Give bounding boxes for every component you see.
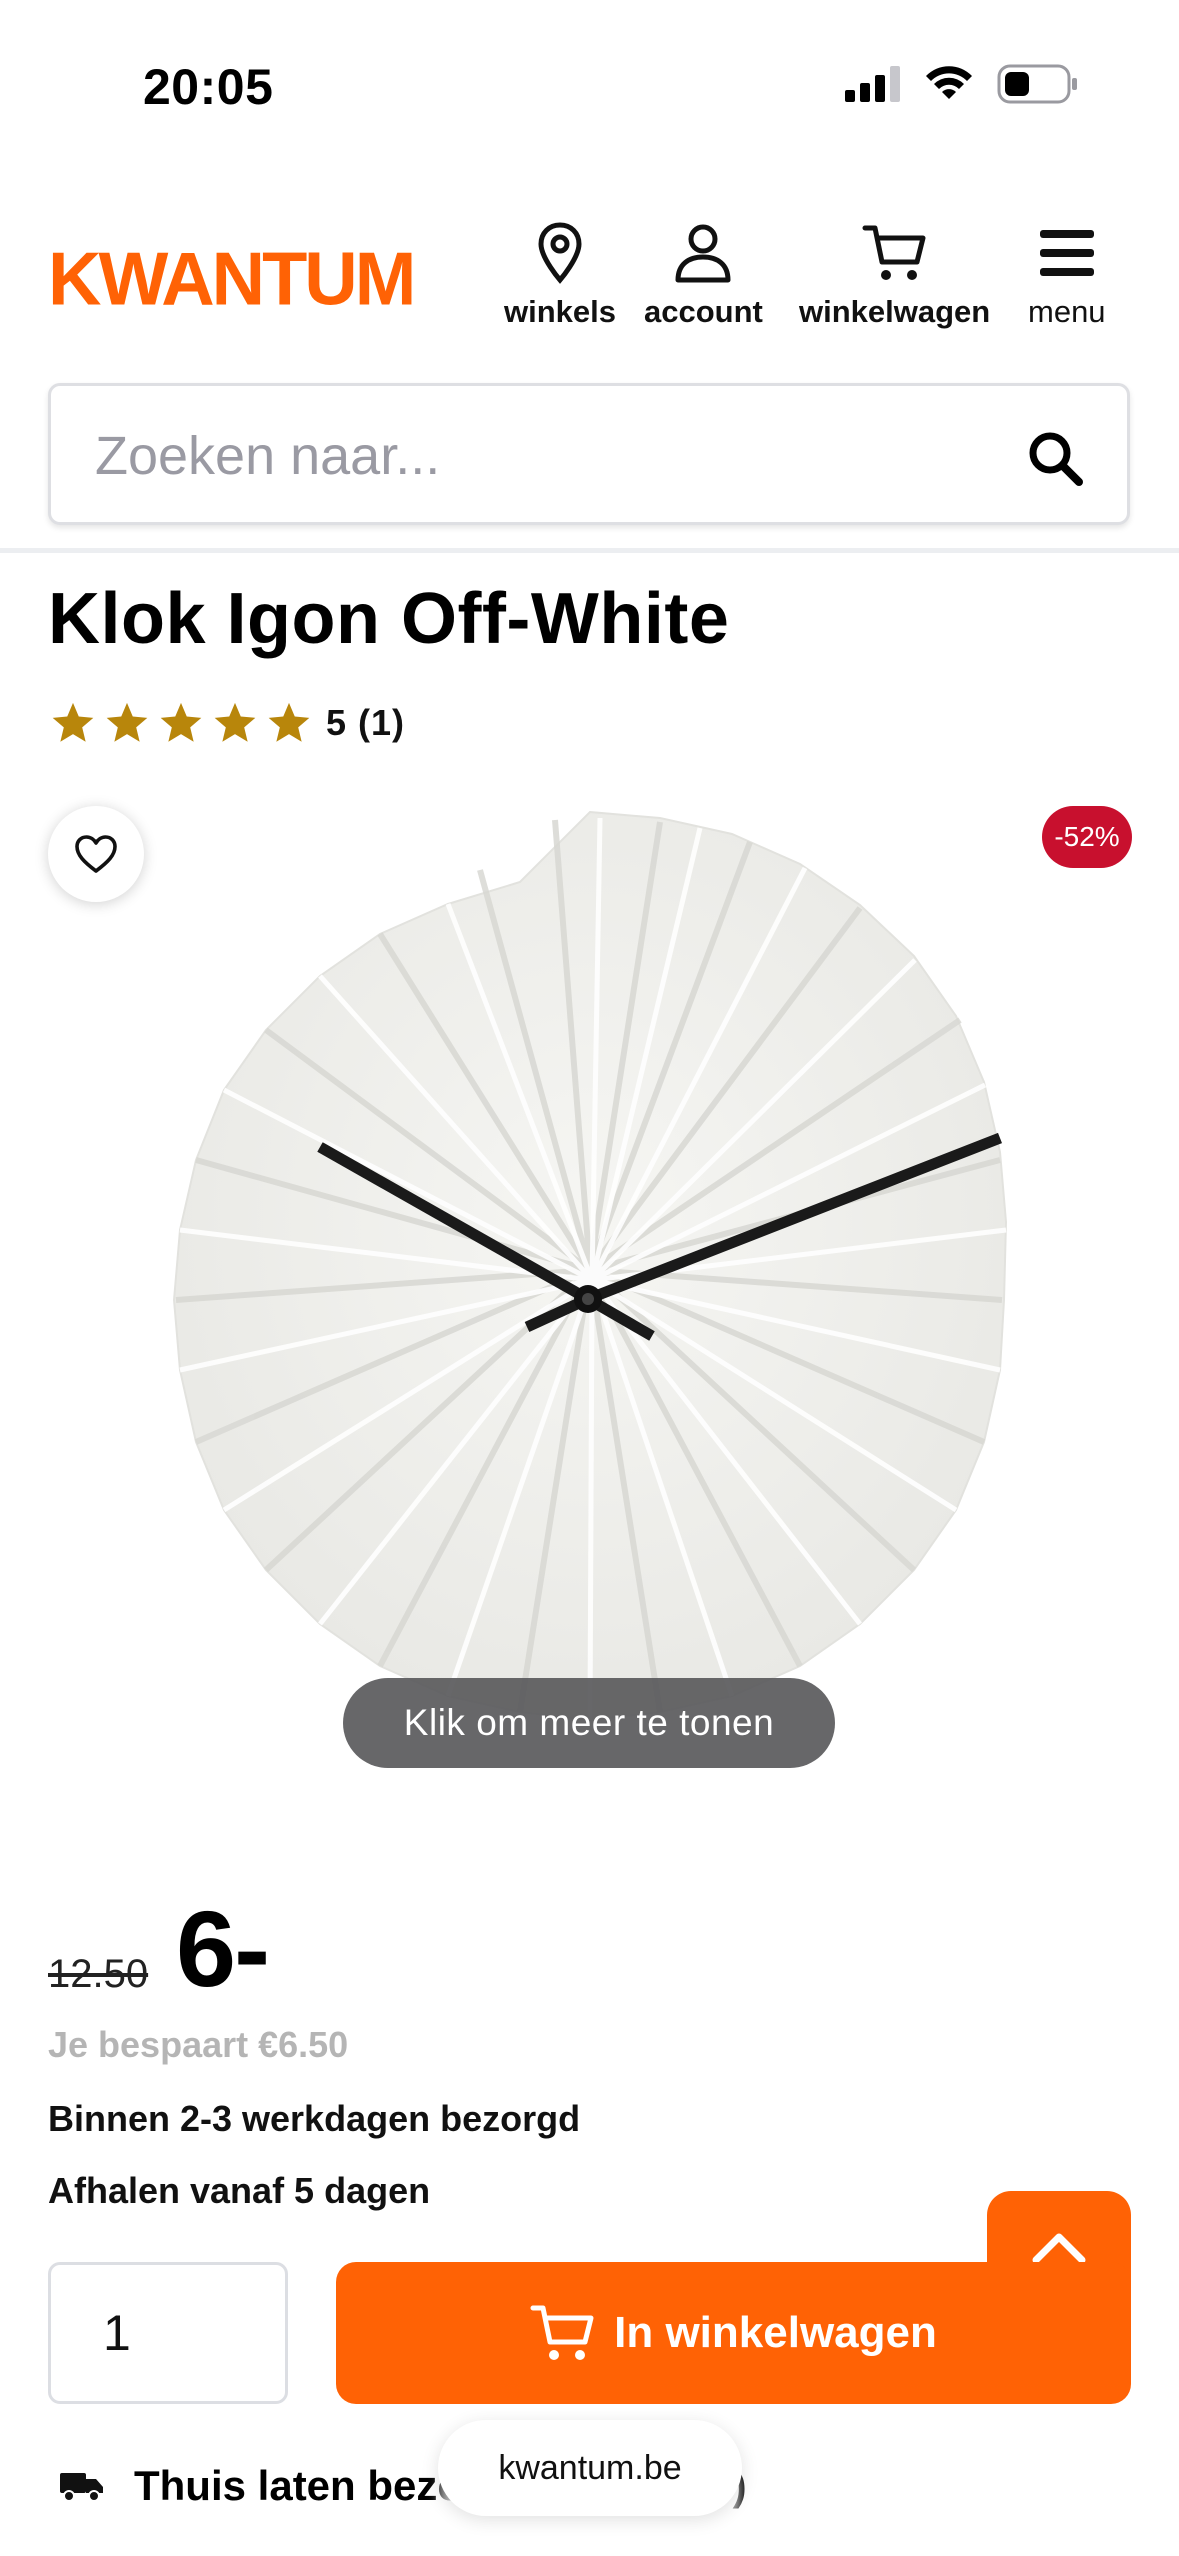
kwantum-logo[interactable]: KWANTUM: [48, 235, 416, 322]
nav-menu-label: menu: [1028, 294, 1106, 329]
wifi-icon: [926, 66, 972, 99]
product-title: Klok Igon Off-White: [48, 579, 730, 659]
star-icon: [160, 702, 202, 742]
truck-icon: [60, 2473, 103, 2502]
cart-icon: [862, 225, 926, 280]
signal-icon: [845, 66, 900, 102]
savings-text: Je bespaart €6.50: [48, 2024, 349, 2065]
pickup-info: Afhalen vanaf 5 dagen: [48, 2170, 431, 2211]
rating-text: 5 (1): [326, 702, 406, 743]
show-more-button[interactable]: Klik om meer te tonen: [343, 1678, 835, 1768]
delivery-info: Binnen 2-3 werkdagen bezorgd: [48, 2098, 581, 2139]
status-icons: [845, 64, 1079, 104]
star-icon: [268, 702, 310, 742]
nav-account-label: account: [644, 294, 763, 329]
status-time: 20:05: [143, 59, 274, 115]
add-to-cart-button[interactable]: In winkelwagen: [336, 2262, 1131, 2404]
star-icon: [52, 702, 94, 742]
product-rating[interactable]: 5 (1): [50, 700, 405, 746]
search-icon[interactable]: [1025, 428, 1085, 488]
product-page: 20:05 KWANTUM winkels account winkelwage…: [0, 0, 1179, 2556]
browser-url-bar[interactable]: kwantum.be: [438, 2420, 742, 2516]
new-price: 6-: [176, 1888, 270, 2009]
battery-icon: [997, 64, 1077, 104]
discount-badge: -52%: [1042, 806, 1132, 868]
quantity-input[interactable]: 1: [48, 2262, 288, 2404]
product-image-clock[interactable]: [100, 810, 1080, 1790]
nav-stores-label: winkels: [504, 294, 616, 329]
location-pin-icon: [538, 222, 582, 284]
star-icon: [106, 702, 148, 742]
nav-stores[interactable]: winkels: [504, 222, 616, 330]
header-divider: [0, 548, 1179, 553]
nav-cart-label: winkelwagen: [799, 294, 991, 329]
search-input[interactable]: [95, 416, 975, 496]
add-to-cart-label: In winkelwagen: [614, 2308, 937, 2357]
old-price: 12.50: [48, 1952, 149, 1996]
heart-icon: [75, 835, 117, 873]
wishlist-button[interactable]: [48, 806, 144, 902]
cart-icon: [530, 2305, 594, 2360]
nav-cart[interactable]: winkelwagen: [799, 222, 990, 330]
hamburger-menu-icon: [1039, 230, 1094, 276]
user-icon: [675, 224, 731, 283]
chevron-up-icon: [1032, 2233, 1086, 2264]
star-icon: [214, 702, 256, 742]
search-bar: [48, 383, 1130, 525]
nav-account[interactable]: account: [644, 222, 763, 330]
nav-menu[interactable]: menu: [1028, 222, 1106, 330]
